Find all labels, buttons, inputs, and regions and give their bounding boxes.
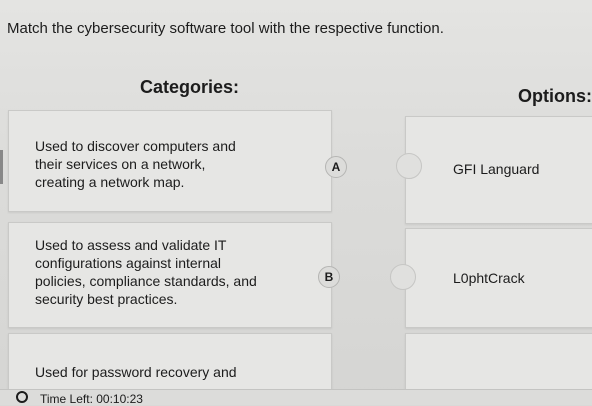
category-a-line-1: Used to discover computers and — [35, 138, 236, 154]
option-1-drop-target[interactable] — [396, 153, 422, 179]
category-b-line-2: configurations against internal — [35, 255, 222, 271]
option-1-label[interactable]: GFI Languard — [453, 161, 539, 177]
category-b-text: Used to assess and validate IT configura… — [35, 236, 257, 308]
category-c-text: Used for password recovery and — [35, 363, 237, 381]
option-2-label[interactable]: L0phtCrack — [453, 270, 525, 286]
category-b-line-3: policies, compliance standards, and — [35, 273, 257, 289]
category-a-text: Used to discover computers and their ser… — [35, 137, 236, 191]
category-a-line-3: creating a network map. — [35, 174, 185, 190]
left-edge-indicator — [0, 150, 3, 184]
options-heading: Options: — [518, 86, 592, 106]
clock-icon — [16, 391, 28, 403]
option-card-3[interactable] — [405, 333, 592, 395]
category-b-line-1: Used to assess and validate IT — [35, 237, 227, 253]
option-2-drop-target[interactable] — [390, 264, 416, 290]
category-a-line-2: their services on a network, — [35, 156, 206, 172]
category-b-line-4: security best practices. — [35, 291, 178, 307]
category-c-line-1: Used for password recovery and — [35, 364, 237, 380]
categories-heading: Categories: — [140, 77, 240, 97]
category-b-letter-badge[interactable]: B — [318, 266, 340, 288]
category-a-letter-badge[interactable]: A — [325, 156, 347, 178]
question-prompt: Match the cybersecurity software tool wi… — [7, 20, 444, 37]
